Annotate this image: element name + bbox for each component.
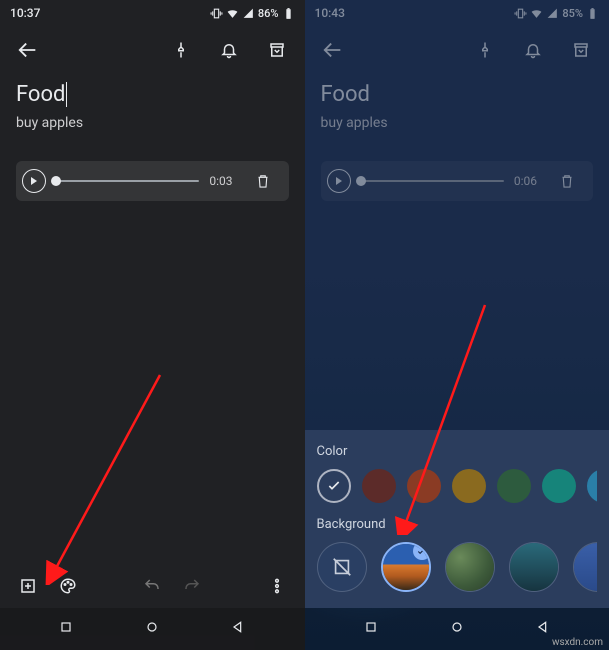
color-swatch[interactable]	[542, 469, 576, 503]
nav-back-button[interactable]	[230, 619, 246, 639]
battery-icon	[586, 7, 599, 20]
battery-icon	[282, 7, 295, 20]
note-body-input[interactable]: buy apples	[321, 115, 594, 131]
pin-button[interactable]	[161, 30, 201, 70]
wifi-icon	[530, 7, 543, 20]
note-content[interactable]: Food buy apples 0:03	[0, 74, 305, 564]
note-bottom-bar	[0, 564, 305, 608]
background-option-none[interactable]	[317, 542, 367, 592]
color-swatch-row[interactable]	[317, 469, 598, 503]
audio-delete-button[interactable]	[243, 161, 283, 201]
color-swatch[interactable]	[497, 469, 531, 503]
selected-check-icon	[413, 542, 431, 560]
status-icons: 85%	[514, 7, 599, 20]
audio-play-button[interactable]	[22, 169, 46, 193]
background-picker-sheet[interactable]: Color Background	[305, 430, 609, 608]
nav-home-button[interactable]	[144, 619, 160, 639]
wifi-icon	[226, 7, 239, 20]
color-swatch[interactable]	[362, 469, 396, 503]
reminder-button[interactable]	[209, 30, 249, 70]
note-title-input[interactable]: Food	[16, 82, 67, 107]
color-swatch-none[interactable]	[317, 469, 351, 503]
background-option-dunes[interactable]	[509, 542, 559, 592]
color-swatch[interactable]	[407, 469, 441, 503]
vibrate-icon	[210, 7, 223, 20]
back-button[interactable]	[313, 30, 353, 70]
add-attachment-button[interactable]	[8, 566, 48, 606]
audio-seek-slider[interactable]	[361, 180, 504, 182]
reminder-button[interactable]	[513, 30, 553, 70]
status-battery: 86%	[258, 7, 279, 20]
status-bar: 10:37 86%	[0, 0, 305, 26]
background-section-label: Background	[317, 517, 598, 532]
signal-icon	[242, 7, 255, 20]
note-toolbar	[305, 26, 609, 74]
system-nav-bar	[0, 608, 305, 650]
redo-button[interactable]	[172, 566, 212, 606]
audio-attachment: 0:06	[321, 161, 594, 201]
nav-back-button[interactable]	[535, 619, 551, 639]
background-option-mountain[interactable]	[573, 542, 598, 592]
audio-duration: 0:03	[209, 174, 232, 188]
note-body-input[interactable]: buy apples	[16, 115, 289, 131]
background-option-landscape[interactable]	[381, 542, 431, 592]
palette-button[interactable]	[48, 566, 88, 606]
archive-button[interactable]	[561, 30, 601, 70]
archive-button[interactable]	[257, 30, 297, 70]
status-icons: 86%	[210, 7, 295, 20]
audio-duration: 0:06	[514, 174, 537, 188]
status-time: 10:43	[315, 6, 345, 20]
color-swatch[interactable]	[587, 469, 598, 503]
screen-background-picker: 10:43 85% Food buy apples 0:06	[305, 0, 609, 650]
audio-play-button[interactable]	[327, 169, 351, 193]
signal-icon	[546, 7, 559, 20]
watermark-text: wsxdn.com	[552, 637, 603, 648]
status-bar: 10:43 85%	[305, 0, 609, 26]
more-button[interactable]	[257, 566, 297, 606]
status-time: 10:37	[10, 6, 40, 20]
background-option-row[interactable]	[317, 542, 598, 592]
nav-recents-button[interactable]	[363, 619, 379, 639]
audio-seek-slider[interactable]	[56, 180, 199, 182]
background-option-leaves[interactable]	[445, 542, 495, 592]
audio-attachment: 0:03	[16, 161, 289, 201]
screen-note-editor: 10:37 86% Food buy apples 0:03	[0, 0, 305, 650]
nav-recents-button[interactable]	[58, 619, 74, 639]
nav-home-button[interactable]	[449, 619, 465, 639]
back-button[interactable]	[8, 30, 48, 70]
note-title-input[interactable]: Food	[321, 82, 371, 107]
note-toolbar	[0, 26, 305, 74]
pin-button[interactable]	[465, 30, 505, 70]
vibrate-icon	[514, 7, 527, 20]
status-battery: 85%	[562, 7, 583, 20]
audio-delete-button[interactable]	[547, 161, 587, 201]
color-section-label: Color	[317, 444, 598, 459]
color-swatch[interactable]	[452, 469, 486, 503]
undo-button[interactable]	[132, 566, 172, 606]
